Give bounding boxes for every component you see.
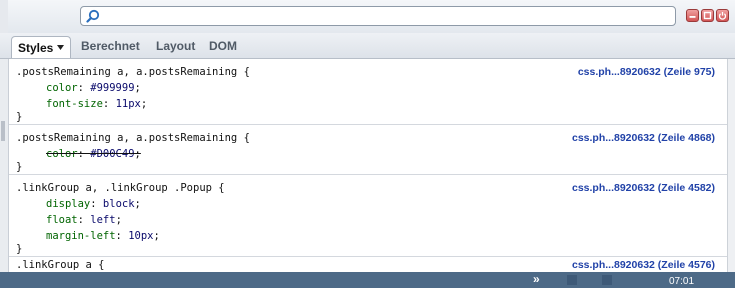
restore-icon	[703, 11, 712, 20]
rule-close-brace: }	[16, 111, 23, 123]
rule-selector: .postsRemaining a, a.postsRemaining {	[16, 66, 250, 78]
taskbar-overflow-chevron[interactable]: »	[533, 272, 540, 286]
css-rule: .linkGroup a, .linkGroup .Popup { css.ph…	[9, 175, 727, 257]
property-name[interactable]: margin-left	[46, 230, 116, 242]
property-value[interactable]: block	[103, 198, 135, 210]
taskbar: » 07:01	[0, 272, 735, 288]
tab-dom[interactable]: DOM	[209, 38, 237, 56]
property-name[interactable]: float	[46, 214, 78, 226]
css-property[interactable]: display: block;	[46, 196, 141, 212]
tab-styles-label: Styles	[18, 41, 54, 55]
css-property[interactable]: color: #999999;	[46, 80, 141, 96]
property-value[interactable]: 10px	[128, 230, 153, 242]
search-icon[interactable]	[86, 9, 100, 23]
css-property-overridden[interactable]: color: #D00C49;	[46, 146, 141, 162]
css-rule: .linkGroup a { css.ph...8920632 (Zeile 4…	[9, 257, 727, 272]
tray-icon[interactable]	[567, 275, 577, 285]
search-box[interactable]	[80, 6, 676, 26]
tab-layout[interactable]: Layout	[156, 38, 195, 56]
power-button[interactable]	[716, 9, 729, 22]
left-gutter	[0, 59, 9, 272]
power-icon	[718, 12, 727, 20]
property-value[interactable]: left	[90, 214, 115, 226]
tray-icon[interactable]	[602, 275, 612, 285]
property-name[interactable]: display	[46, 198, 90, 210]
property-name[interactable]: font-size	[46, 98, 103, 110]
rule-close-brace: }	[16, 161, 23, 173]
minimize-button[interactable]	[686, 9, 699, 22]
rule-close-brace: }	[16, 243, 23, 255]
rule-source-link[interactable]: css.ph...8920632 (Zeile 975)	[578, 64, 715, 80]
property-value[interactable]: 11px	[116, 98, 141, 110]
css-property[interactable]: margin-left: 10px;	[46, 228, 160, 244]
toolbar-edge	[0, 0, 8, 33]
tab-computed[interactable]: Berechnet	[81, 38, 140, 56]
css-property[interactable]: font-size: 11px;	[46, 96, 147, 112]
property-value[interactable]: #999999	[90, 82, 134, 94]
css-rule: .postsRemaining a, a.postsRemaining { cs…	[9, 125, 727, 175]
style-rules-panel: .postsRemaining a, a.postsRemaining { cs…	[9, 59, 727, 272]
rule-selector: .linkGroup a, .linkGroup .Popup {	[16, 182, 225, 194]
property-name[interactable]: color	[46, 148, 78, 160]
tab-bar: Styles Berechnet Layout DOM	[0, 33, 735, 59]
toolbar	[0, 0, 735, 33]
restore-button[interactable]	[701, 9, 714, 22]
tab-styles[interactable]: Styles	[11, 36, 71, 58]
search-input[interactable]	[105, 8, 669, 26]
rule-source-link[interactable]: css.ph...8920632 (Zeile 4868)	[572, 130, 715, 146]
property-value[interactable]: #D00C49	[90, 148, 134, 160]
rule-source-link[interactable]: css.ph...8920632 (Zeile 4576)	[572, 257, 715, 272]
rule-selector: .linkGroup a {	[16, 259, 105, 271]
minimize-icon	[689, 16, 696, 18]
css-property[interactable]: float: left;	[46, 212, 122, 228]
rule-source-link[interactable]: css.ph...8920632 (Zeile 4582)	[572, 180, 715, 196]
chevron-down-icon[interactable]	[57, 45, 64, 50]
property-name[interactable]: color	[46, 82, 78, 94]
taskbar-clock[interactable]: 07:01	[669, 275, 694, 288]
scrollbar[interactable]	[727, 59, 735, 272]
rule-selector: .postsRemaining a, a.postsRemaining {	[16, 132, 250, 144]
gutter-marker	[1, 121, 5, 141]
css-rule: .postsRemaining a, a.postsRemaining { cs…	[9, 59, 727, 125]
